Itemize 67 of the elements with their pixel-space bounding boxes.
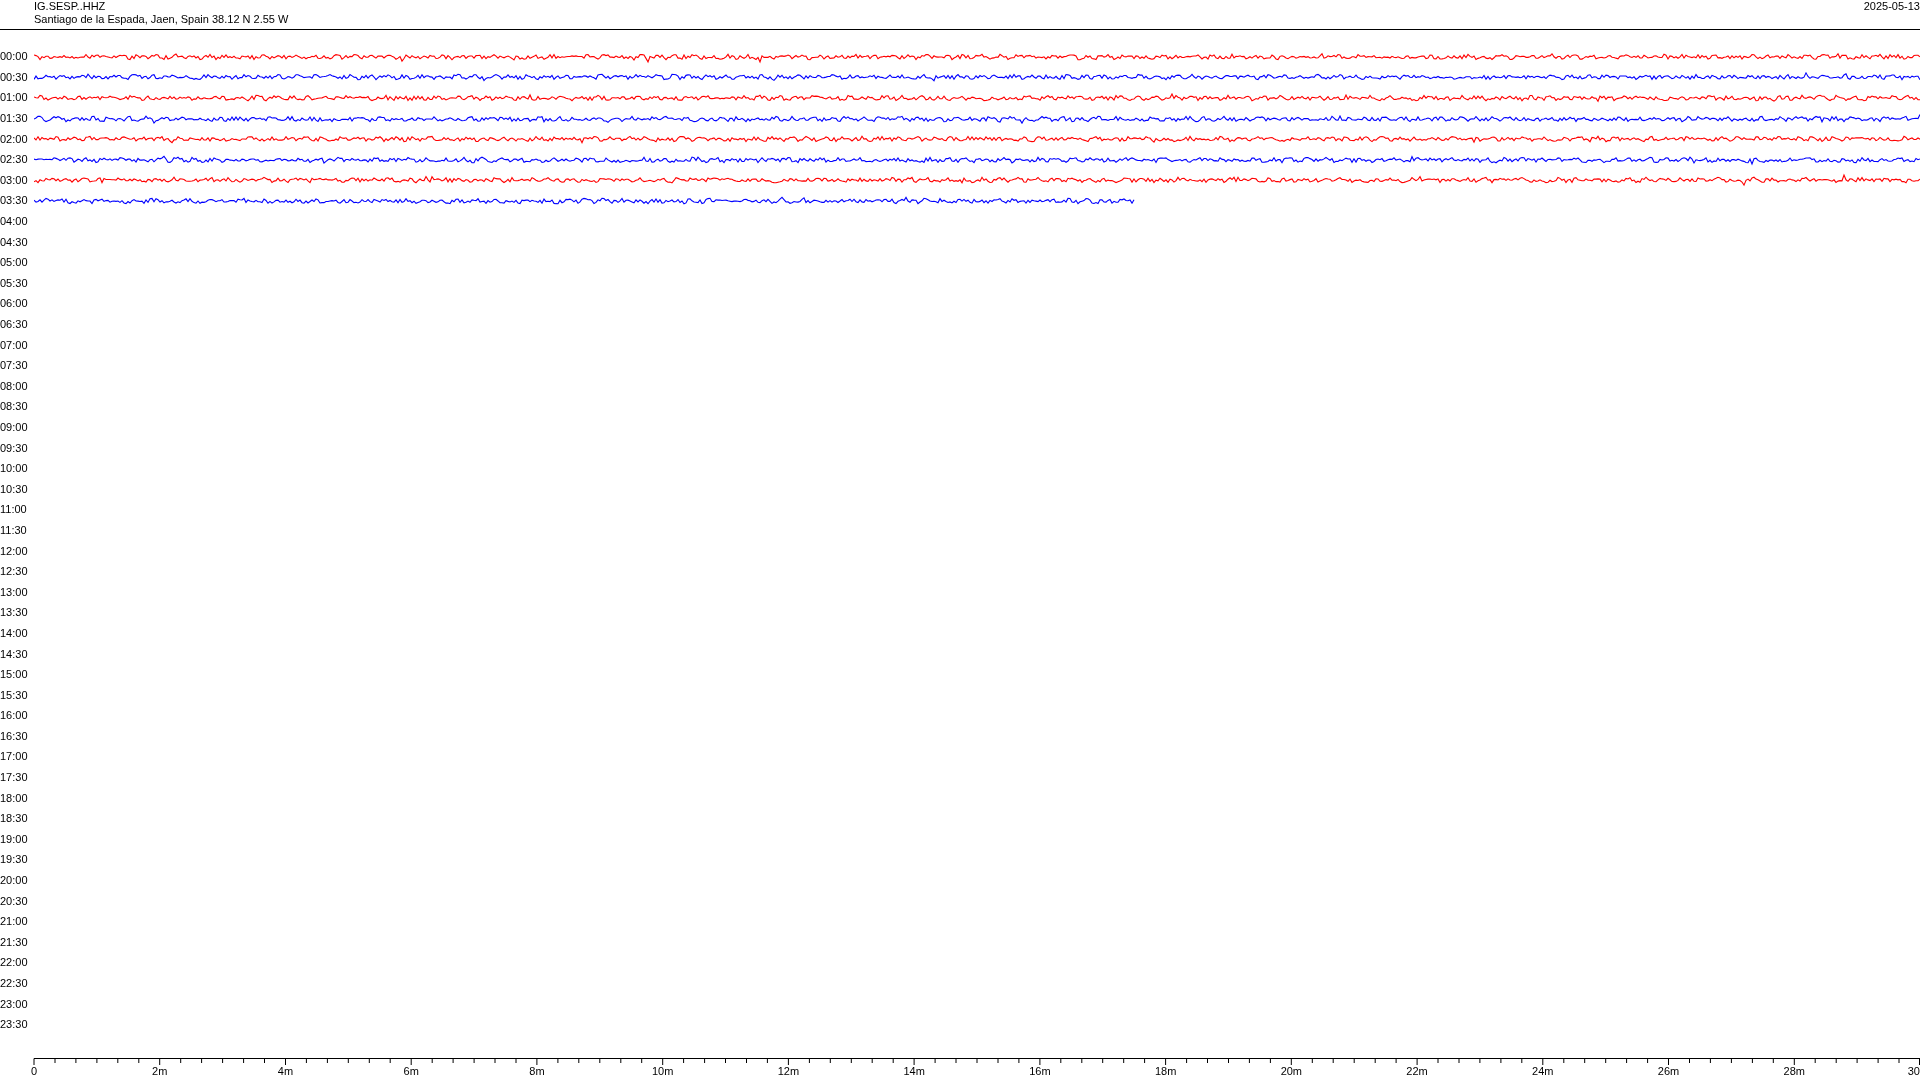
time-label: 21:00 bbox=[0, 915, 29, 929]
time-label: 14:30 bbox=[0, 647, 29, 661]
time-label: 07:00 bbox=[0, 338, 29, 352]
time-label: 02:00 bbox=[0, 132, 29, 146]
time-label: 03:00 bbox=[0, 173, 29, 187]
time-label: 16:00 bbox=[0, 709, 29, 723]
tick-label: 26m bbox=[1657, 1065, 1680, 1077]
time-label: 11:00 bbox=[0, 503, 28, 517]
tick-label: 16m bbox=[1029, 1065, 1051, 1077]
time-label: 10:00 bbox=[0, 462, 29, 476]
time-label: 17:30 bbox=[0, 771, 29, 785]
time-label: 23:00 bbox=[0, 997, 29, 1011]
time-label: 04:30 bbox=[0, 235, 29, 249]
time-label: 13:00 bbox=[0, 585, 29, 599]
station-location: Santiago de la Espada, Jaen, Spain 38.12 N 2.55 W bbox=[34, 13, 289, 26]
time-label: 06:30 bbox=[0, 318, 29, 331]
time-label: 18:00 bbox=[0, 791, 29, 805]
time-label: 17:00 bbox=[0, 750, 29, 764]
time-label: 06:00 bbox=[0, 297, 29, 311]
tick-label: 20m bbox=[1280, 1065, 1303, 1077]
station-code: IG.SESP..HHZ bbox=[34, 0, 107, 13]
time-label: 07:30 bbox=[0, 359, 29, 373]
time-label: 13:30 bbox=[0, 606, 29, 620]
time-label: 22:30 bbox=[0, 977, 29, 990]
time-label: 19:30 bbox=[0, 853, 29, 867]
time-label: 11:30 bbox=[0, 523, 28, 537]
time-label: 04:00 bbox=[0, 215, 29, 229]
time-label: 08:30 bbox=[0, 400, 29, 414]
time-label: 10:30 bbox=[0, 482, 29, 496]
tick-label: 8m bbox=[529, 1065, 545, 1077]
time-label: 15:30 bbox=[0, 688, 29, 702]
tick-label: 24m bbox=[1532, 1065, 1554, 1077]
time-label: 00:30 bbox=[0, 70, 29, 84]
time-label: 03:30 bbox=[0, 194, 29, 208]
time-label: 00:00 bbox=[0, 50, 29, 64]
time-label: 19:00 bbox=[0, 832, 29, 846]
tick-label: 14m bbox=[903, 1065, 925, 1077]
tick-label: 10m bbox=[651, 1065, 674, 1077]
time-label: 21:30 bbox=[0, 935, 29, 949]
time-label: 22:00 bbox=[0, 956, 29, 970]
time-label: 23:30 bbox=[0, 1018, 29, 1032]
tick-label: 12m bbox=[777, 1065, 800, 1077]
tick-label: 30 bbox=[1907, 1065, 1920, 1077]
time-label: 05:00 bbox=[0, 256, 29, 270]
tick-label: 22m bbox=[1406, 1065, 1428, 1077]
time-label: 01:30 bbox=[0, 112, 29, 126]
time-label: 12:00 bbox=[0, 544, 29, 558]
tick-label: 0 bbox=[30, 1065, 38, 1077]
time-label: 09:00 bbox=[0, 421, 29, 434]
time-label: 08:00 bbox=[0, 379, 29, 393]
time-label: 09:30 bbox=[0, 441, 29, 455]
date-label: 2025-05-13 bbox=[1863, 0, 1920, 13]
time-label: 12:30 bbox=[0, 565, 29, 579]
time-label: 16:30 bbox=[0, 729, 29, 743]
time-label: 18:30 bbox=[0, 812, 29, 826]
time-label: 20:30 bbox=[0, 894, 29, 908]
time-label: 02:30 bbox=[0, 153, 29, 167]
tick-label: 18m bbox=[1154, 1065, 1177, 1077]
time-label: 14:00 bbox=[0, 626, 29, 640]
tick-label: 4m bbox=[277, 1065, 294, 1077]
tick-label: 2m bbox=[152, 1065, 168, 1077]
time-label: 05:30 bbox=[0, 276, 29, 290]
time-label: 15:00 bbox=[0, 668, 29, 682]
tick-label: 6m bbox=[403, 1065, 419, 1077]
tick-label: 28m bbox=[1783, 1065, 1805, 1077]
time-label: 20:00 bbox=[0, 874, 29, 888]
time-label: 01:00 bbox=[0, 91, 29, 105]
